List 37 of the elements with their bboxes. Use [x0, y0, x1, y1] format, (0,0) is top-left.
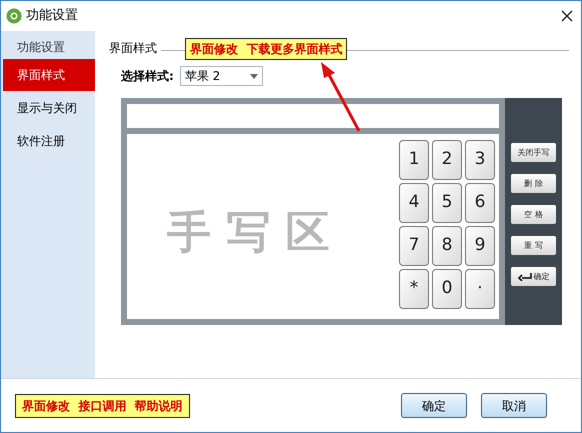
sidebar-item[interactable]: 软件注册: [3, 125, 95, 157]
key-button[interactable]: 1: [399, 140, 429, 180]
caret-icon: [250, 74, 258, 78]
key-button[interactable]: 2: [432, 140, 462, 180]
enter-icon: [518, 272, 532, 280]
key-button[interactable]: 3: [465, 140, 495, 180]
handwriting-hint: 手 写 区: [167, 206, 330, 260]
sidebar-header: 功能设置: [16, 39, 66, 56]
sidebar-item[interactable]: 界面样式: [3, 59, 95, 91]
keyboard-button[interactable]: 确定: [511, 267, 556, 286]
section-title: 界面样式: [109, 40, 157, 57]
keyboard-button[interactable]: 删 除: [511, 174, 556, 193]
key-button[interactable]: 0: [432, 269, 462, 309]
style-dropdown[interactable]: 苹果 2: [180, 66, 263, 86]
gear-icon: [5, 7, 23, 25]
text-input-field[interactable]: [127, 104, 499, 128]
sidebar-item[interactable]: 显示与关闭: [3, 92, 95, 124]
key-button[interactable]: 8: [432, 226, 462, 266]
key-button[interactable]: 9: [465, 226, 495, 266]
key-button[interactable]: *: [399, 269, 429, 309]
help-links-label: 界面修改 接口调用 帮助说明: [15, 394, 190, 418]
window-title: 功能设置: [26, 7, 78, 26]
handwriting-area[interactable]: 手 写 区 1 2 3 4 5 6 7 8 9 * 0 ·: [127, 134, 499, 319]
key-button[interactable]: ·: [465, 269, 495, 309]
key-button[interactable]: 7: [399, 226, 429, 266]
keyboard-button[interactable]: 重 写: [511, 236, 556, 255]
ok-button[interactable]: 确定: [401, 393, 467, 418]
keyboard-button[interactable]: 空 格: [511, 205, 556, 224]
keyboard-button[interactable]: 关闭手写: [511, 143, 556, 162]
cancel-button[interactable]: 取消: [481, 393, 547, 418]
field-label: 选择样式:: [121, 68, 174, 85]
key-button[interactable]: 4: [399, 183, 429, 223]
key-button[interactable]: 6: [465, 183, 495, 223]
callout-label: 界面修改 下载更多界面样式: [185, 38, 348, 60]
arrow: [321, 62, 360, 132]
key-button[interactable]: 5: [432, 183, 462, 223]
close-icon[interactable]: [561, 10, 573, 22]
